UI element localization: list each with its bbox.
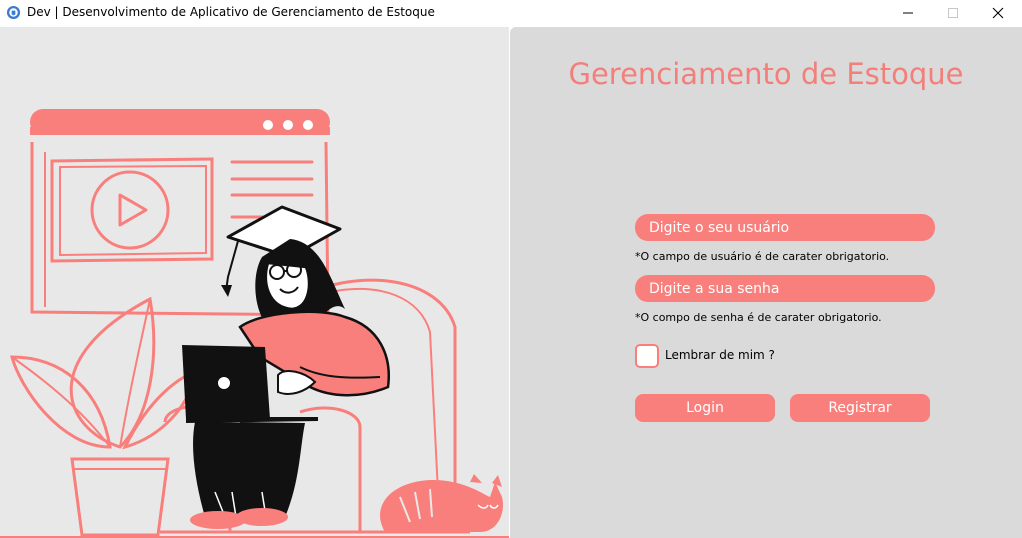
student-with-laptop-illustration <box>0 109 509 538</box>
username-hint: *O campo de usuário é de carater obrigat… <box>635 250 890 263</box>
window-title: Dev | Desenvolvimento de Aplicativo de G… <box>27 5 435 19</box>
remember-me-checkbox[interactable] <box>635 344 659 368</box>
illustration-panel <box>0 27 509 538</box>
window-titlebar: Dev | Desenvolvimento de Aplicativo de G… <box>0 0 1022 26</box>
password-input[interactable] <box>635 275 935 302</box>
login-panel: Gerenciamento de Estoque *O campo de usu… <box>510 27 1022 538</box>
minimize-icon <box>903 12 913 14</box>
remember-me-label[interactable]: Lembrar de mim ? <box>665 348 775 362</box>
maximize-button[interactable] <box>930 0 976 26</box>
app-icon <box>6 5 21 20</box>
password-hint: *O compo de senha é de carater obrigator… <box>635 311 882 324</box>
page-title: Gerenciamento de Estoque <box>568 57 964 91</box>
username-input[interactable] <box>635 214 935 241</box>
close-icon <box>992 7 1004 19</box>
minimize-button[interactable] <box>885 0 931 26</box>
maximize-icon <box>948 8 958 18</box>
close-button[interactable] <box>975 0 1021 26</box>
register-button[interactable]: Registrar <box>790 394 930 422</box>
login-button[interactable]: Login <box>635 394 775 422</box>
